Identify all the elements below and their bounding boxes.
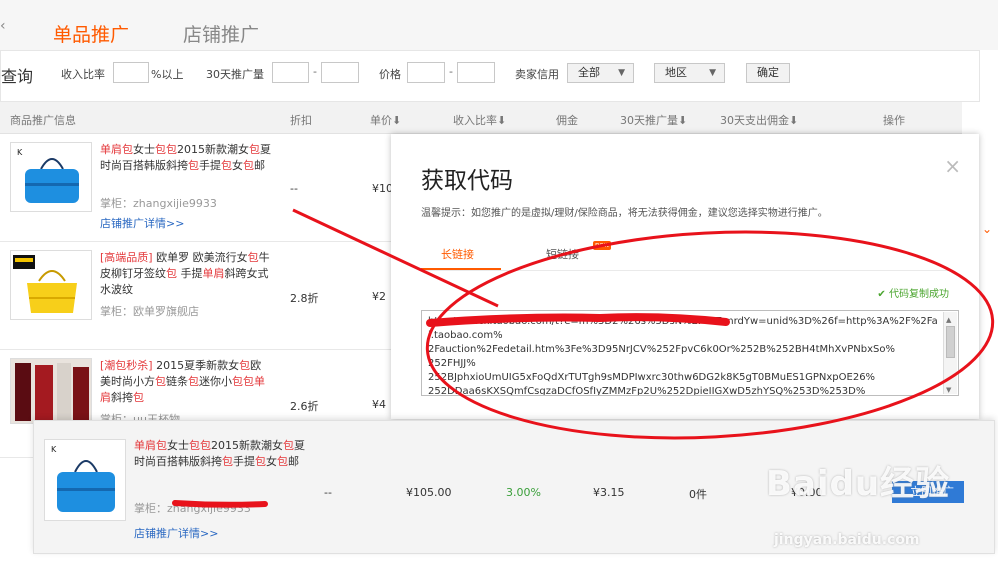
price-max-input[interactable] (457, 62, 495, 83)
discount-value: 2.6折 (290, 400, 319, 413)
product-image[interactable]: K (10, 142, 92, 212)
price-label: 价格 (379, 68, 401, 81)
code-line: 2Fauction%2Fedetail.htm%3Fe%3D95NrJCV%25… (428, 344, 895, 355)
th-commission: 佣金 (556, 114, 578, 127)
svg-text:K: K (17, 148, 23, 157)
th-spend30[interactable]: 30天支出佣金⬇ (720, 112, 798, 128)
commission-value: ¥3.15 (593, 486, 625, 499)
watermark-url: jingyan.baidu.com (774, 532, 920, 548)
income-ratio-input[interactable] (113, 62, 149, 83)
modal-title: 获取代码 (421, 168, 513, 194)
top-tab-bar: ‹ 单品推广 店铺推广 (0, 0, 998, 50)
tab-shop-promo[interactable]: 店铺推广 (183, 20, 259, 47)
income-ratio-value: 3.00% (506, 486, 541, 499)
scroll-down-icon[interactable]: ▼ (946, 383, 951, 395)
promo30-label: 30天推广量 (206, 68, 264, 81)
check-icon: ✔ (877, 289, 886, 300)
code-line: 252DDaa6sKXSQmfCsgzaDCfOSfIyZMMzFp2U%252… (428, 386, 866, 396)
copy-success-text: 代码复制成功 (889, 289, 949, 300)
new-badge: new (593, 241, 612, 250)
discount-value: 2.8折 (290, 292, 319, 305)
baidu-jingyan-watermark: Baidu经验 jingyan.baidu.com (760, 452, 980, 562)
tab-single-item-promo[interactable]: 单品推广 (53, 20, 129, 47)
scrollbar-thumb[interactable] (946, 326, 955, 358)
code-line: 252FHJJ% (428, 358, 476, 369)
seller-credit-value: 全部 (578, 66, 600, 79)
code-line: 252BJphxioUmUIG5xFoQdXrTUTgh9sMDPIwxrc30… (428, 372, 876, 383)
code-scrollbar[interactable]: ▲ ▼ (943, 312, 957, 394)
shop-owner: 掌柜：zhangxijie9933 (100, 197, 217, 210)
promo30-max-input[interactable] (321, 62, 359, 83)
price-dash: - (449, 65, 453, 78)
th-info: 商品推广信息 (10, 114, 76, 127)
price-value: ¥105.00 (406, 486, 452, 499)
shop-promo-detail-link[interactable]: 店铺推广详情>> (100, 215, 184, 231)
table-header: 商品推广信息 折扣 单价⬇ 收入比率⬇ 佣金 30天推广量⬇ 30天支出佣金⬇ … (0, 102, 962, 134)
query-label: 查询 (1, 67, 34, 86)
shop-owner: 掌柜：zhangxijie9933 (134, 502, 251, 515)
price-value: ¥2 (372, 290, 386, 303)
th-promo30[interactable]: 30天推广量⬇ (620, 112, 687, 128)
tab-divider (421, 270, 949, 271)
chevron-down-icon[interactable]: ⌄ (982, 222, 992, 236)
discount-value: -- (290, 182, 298, 195)
promo30-value: 0件 (689, 488, 707, 501)
seller-credit-label: 卖家信用 (515, 68, 559, 81)
code-textarea[interactable]: http://s.click.taobao.com/t?e=m%3D2%26s%… (421, 310, 959, 396)
get-code-modal: 获取代码 × 温馨提示：如您推广的是虚拟/理财/保险商品，将无法获得佣金，建议您… (391, 134, 979, 419)
price-value: ¥4 (372, 398, 386, 411)
product-image[interactable] (10, 250, 92, 320)
th-income-ratio[interactable]: 收入比率⬇ (453, 112, 506, 128)
shop-promo-detail-link[interactable]: 店铺推广详情>> (134, 525, 218, 541)
product-image[interactable] (10, 358, 92, 424)
shop-owner: 掌柜：欧单罗旗舰店 (100, 305, 199, 318)
back-chevron-icon[interactable]: ‹ (0, 18, 6, 34)
confirm-button[interactable]: 确定 (746, 63, 790, 83)
chevron-down-icon: ▼ (709, 68, 716, 78)
region-value: 地区 (665, 66, 687, 79)
price-value: ¥10 (372, 182, 393, 195)
scroll-up-icon[interactable]: ▲ (946, 313, 951, 327)
price-min-input[interactable] (407, 62, 445, 83)
product-title[interactable]: 单肩包女士包包2015新款潮女包夏时尚百搭韩版斜挎包手提包女包邮 (134, 438, 310, 470)
discount-value: -- (324, 486, 332, 499)
chevron-down-icon: ▼ (618, 68, 625, 78)
svg-text:K: K (51, 445, 57, 454)
th-discount: 折扣 (290, 114, 312, 127)
product-title[interactable]: [高端品质] 欧单罗 欧美流行女包牛皮柳钉牙签纹包 手提单肩斜跨女式水波纹 (100, 250, 272, 298)
product-image[interactable]: K (44, 439, 126, 521)
income-ratio-label: 收入比率 (61, 68, 105, 81)
region-select[interactable]: 地区 ▼ (654, 63, 725, 83)
tab-short-link[interactable]: 短链接 (546, 246, 579, 262)
seller-credit-select[interactable]: 全部 ▼ (567, 63, 634, 83)
filter-bar: 查询 收入比率 %以上 30天推广量 - 价格 - 卖家信用 全部 ▼ 地区 ▼… (0, 50, 980, 102)
product-title[interactable]: 单肩包女士包包2015新款潮女包夏时尚百搭韩版斜挎包手提包女包邮 (100, 142, 272, 174)
th-price[interactable]: 单价⬇ (370, 112, 401, 128)
copy-success-message: ✔ 代码复制成功 (877, 285, 949, 300)
code-line: http://s.click.taobao.com/t?e=m%3D2%26s%… (428, 316, 938, 341)
modal-tip: 温馨提示：如您推广的是虚拟/理财/保险商品，将无法获得佣金，建议您选择实物进行推… (421, 208, 828, 219)
promo30-dash: - (313, 65, 317, 78)
th-action: 操作 (883, 114, 905, 127)
close-icon[interactable]: × (944, 154, 961, 178)
income-suffix-label: %以上 (151, 68, 184, 81)
product-title[interactable]: [潮包秒杀] 2015夏季新款女包欧美时尚小方包链条包迷你小包包单肩斜挎包 (100, 358, 272, 406)
tab-long-link[interactable]: 长链接 (441, 246, 474, 262)
watermark-logo: Baidu经验 (766, 464, 951, 504)
promo30-min-input[interactable] (272, 62, 309, 83)
